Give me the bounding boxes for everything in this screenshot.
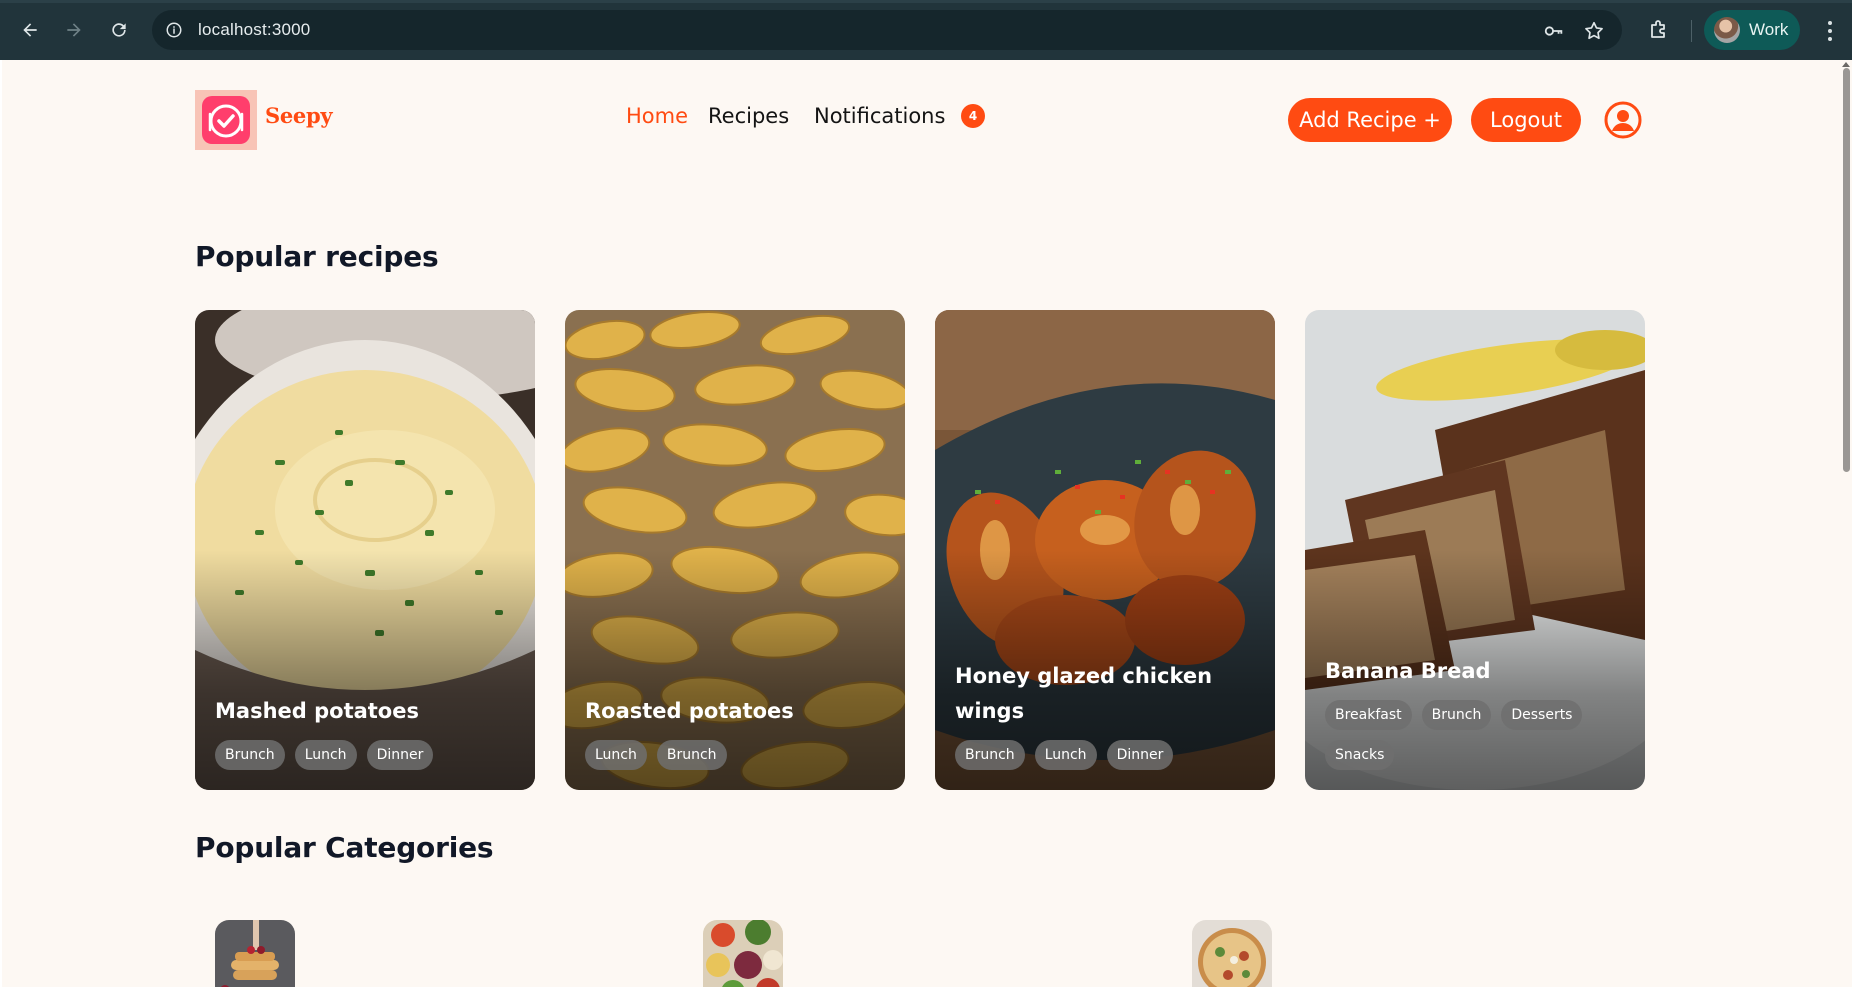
add-recipe-button[interactable]: Add Recipe + [1288,98,1452,142]
nav-home[interactable]: Home [626,104,688,128]
category-thumbnail-pizza[interactable] [1192,920,1272,987]
tag-chip[interactable]: Brunch [1421,700,1492,730]
tag-chip[interactable]: Lunch [585,740,647,770]
forward-button[interactable] [58,14,90,46]
brand-name[interactable]: Seepy [265,103,333,128]
toolbar-divider [1691,20,1692,42]
recipe-card-mashed-potatoes[interactable]: Mashed potatoes Brunch Lunch Dinner [195,310,535,790]
popular-recipes-heading: Popular recipes [195,240,439,273]
page-viewport: Seepy Home Recipes Notifications 4 Add R… [2,60,1840,987]
logo-icon [202,96,250,144]
site-info-icon[interactable] [162,18,186,42]
tag-chip[interactable]: Brunch [955,740,1025,770]
profile-avatar [1714,17,1740,43]
recipe-tags: Brunch Lunch Dinner [955,740,1265,770]
extensions-puzzle-icon[interactable] [1645,16,1673,44]
recipe-card-roasted-potatoes[interactable]: Roasted potatoes Lunch Brunch [565,310,905,790]
url-text[interactable]: localhost:3000 [198,20,310,40]
notification-count-badge: 4 [961,104,985,128]
back-button[interactable] [14,14,46,46]
reload-icon [112,23,126,37]
site-logo[interactable] [195,90,257,150]
recipe-card-chicken-wings[interactable]: Honey glazed chicken wings Brunch Lunch … [935,310,1275,790]
browser-menu-icon[interactable] [1820,18,1840,44]
reload-button[interactable] [103,14,135,46]
nav-notifications[interactable]: Notifications [814,104,945,128]
back-arrow-icon [23,23,37,37]
logout-button[interactable]: Logout [1471,98,1581,142]
pizza-image [1192,920,1272,987]
recipe-tags: Lunch Brunch [585,740,895,770]
browser-toolbar: localhost:3000 Work [0,0,1852,60]
recipe-title[interactable]: Banana Bread [1325,654,1625,689]
tag-chip[interactable]: Lunch [294,740,357,770]
popular-categories-heading: Popular Categories [195,831,494,864]
bookmark-star-icon[interactable] [1582,19,1606,43]
scrollbar-thumb[interactable] [1843,68,1850,472]
nav-recipes[interactable]: Recipes [708,104,789,128]
salads-image [703,920,783,987]
tag-chip[interactable]: Brunch [215,740,285,770]
recipe-title[interactable]: Honey glazed chicken wings [955,659,1255,729]
recipe-tags: Breakfast Brunch Desserts Snacks [1325,700,1635,770]
tag-chip[interactable]: Dinner [366,740,434,770]
recipe-title[interactable]: Mashed potatoes [215,694,515,729]
scroll-up-arrow-icon[interactable] [1842,62,1850,67]
profile-name: Work [1749,20,1789,39]
tag-chip[interactable]: Breakfast [1325,700,1412,730]
recipe-card-banana-bread[interactable]: Banana Bread Breakfast Brunch Desserts S… [1305,310,1645,790]
tag-chip[interactable]: Dinner [1106,740,1174,770]
address-bar[interactable]: localhost:3000 [152,10,1622,50]
recipe-tags: Brunch Lunch Dinner [215,740,525,770]
tag-chip[interactable]: Brunch [656,740,727,770]
user-profile-icon[interactable] [1604,101,1642,139]
tag-chip[interactable]: Desserts [1501,700,1583,730]
profile-button[interactable]: Work [1704,10,1800,50]
category-thumbnail-pancakes[interactable] [215,920,295,987]
tag-chip[interactable]: Lunch [1034,740,1097,770]
pancakes-image [215,920,295,987]
tab-strip-edge [0,0,1852,3]
category-thumbnail-salads[interactable] [703,920,783,987]
recipe-title[interactable]: Roasted potatoes [585,694,885,729]
page-scrollbar[interactable] [1840,60,1852,987]
forward-arrow-icon [67,23,81,37]
tag-chip[interactable]: Snacks [1325,740,1395,770]
password-key-icon[interactable] [1542,19,1566,43]
